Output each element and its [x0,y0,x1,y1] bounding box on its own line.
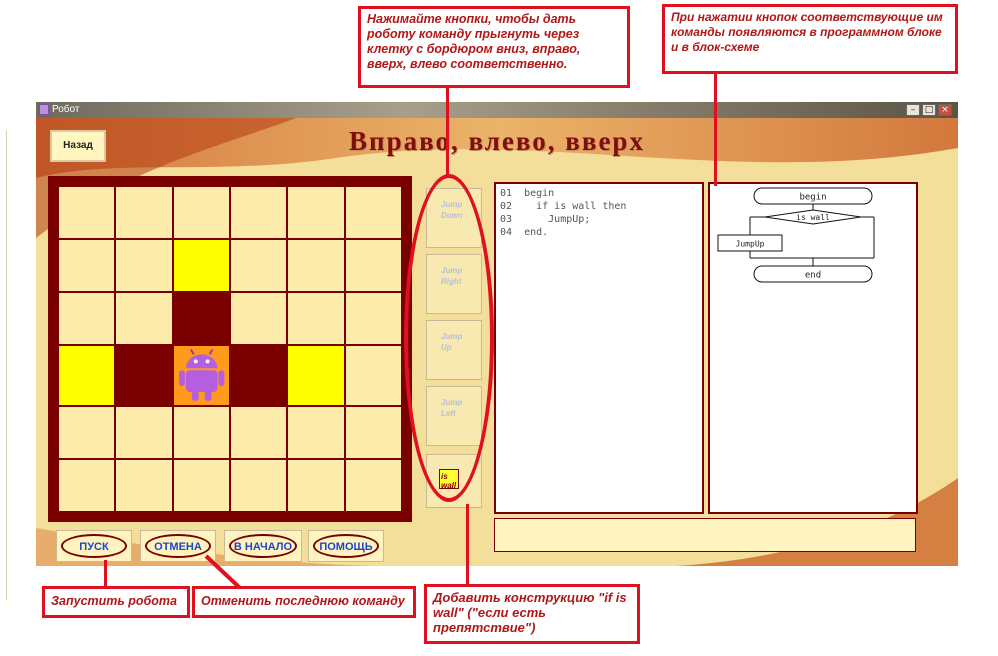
board-cell-empty [229,405,288,459]
board-cell-empty [58,239,116,293]
run-hint-connector [104,560,107,588]
maximize-button[interactable]: □ [922,104,936,116]
board-cell-empty [344,405,402,459]
window-title: Робот [52,104,80,115]
commands-highlight-ellipse [404,174,494,502]
commands-hint-note: Нажимайте кнопки, чтобы дать роботу кома… [358,6,630,88]
board-cell-empty [115,292,173,346]
board-cell-empty [58,458,116,512]
flowchart-panel: begin is wall JumpUp end [708,182,918,514]
iswall-hint-note: Добавить конструкцию "if is wall" ("если… [424,584,640,644]
board-cell-empty [172,458,230,512]
help-button[interactable]: ПОМОЩЬ [308,530,384,562]
code-line: 02 if is wall then [500,201,627,212]
board-cell-empty [287,239,345,293]
iswall-hint-connector [466,504,469,586]
undo-hint-connector [204,554,242,590]
board-cell-empty [58,292,116,346]
board-cell-yellow [58,345,116,406]
board-cell-empty [287,186,345,240]
board-cell-empty [287,458,345,512]
android-robot-icon [178,349,225,402]
board-cell-empty [229,292,288,346]
blocks-hint-connector [714,74,717,186]
board-cell-yellow [287,345,345,406]
robot-app-icon [39,104,49,115]
board-cell-empty [115,186,173,240]
app-window: Робот – □ × Назад Вправо, влево, вверх J… [36,102,958,566]
program-code-panel: 01 begin 02 if is wall then 03 JumpUp; 0… [494,182,704,514]
flow-action-label: JumpUp [736,240,765,249]
board-cell-yellow [172,239,230,293]
game-board [48,176,412,522]
code-line: 01 begin [500,188,555,199]
run-button[interactable]: ПУСК [56,530,132,562]
board-cell-empty [115,405,173,459]
minimize-button[interactable]: – [906,104,920,116]
code-line: 03 JumpUp; [500,214,591,225]
board-cell-empty [115,458,173,512]
board-cell-empty [229,458,288,512]
board-grid [58,186,402,512]
board-cell-empty [344,458,402,512]
board-cell-wall [172,292,230,346]
commands-hint-connector [446,88,449,176]
board-cell-empty [344,186,402,240]
board-cell-empty [115,239,173,293]
board-cell-wall [115,345,173,406]
run-hint-note: Запустить робота [42,586,190,618]
left-edge-mark [6,130,7,600]
window-titlebar: Робот – □ × [36,102,958,118]
blocks-hint-note: При нажатии кнопок соответствующие им ко… [662,4,958,74]
board-cell-empty [58,186,116,240]
board-cell-empty [344,345,402,406]
code-line: 04 end. [500,227,549,238]
help-button-label: ПОМОЩЬ [313,534,379,558]
run-button-label: ПУСК [61,534,127,558]
flow-end-label: end [805,271,821,281]
flowchart: begin is wall JumpUp end [717,187,875,283]
close-button[interactable]: × [938,104,952,116]
board-cell-empty [229,186,288,240]
board-cell-empty [344,239,402,293]
board-cell-empty [287,292,345,346]
board-cell-empty [172,405,230,459]
board-cell-empty [344,292,402,346]
board-cell-empty [58,405,116,459]
flow-condition-label: is wall [796,213,830,222]
board-cell-empty [172,186,230,240]
board-cell-robot [172,345,230,406]
status-panel [494,518,916,552]
board-cell-wall [229,345,288,406]
page-title: Вправо, влево, вверх [349,126,645,156]
flow-begin-label: begin [799,193,826,203]
board-cell-empty [229,239,288,293]
board-cell-empty [287,405,345,459]
